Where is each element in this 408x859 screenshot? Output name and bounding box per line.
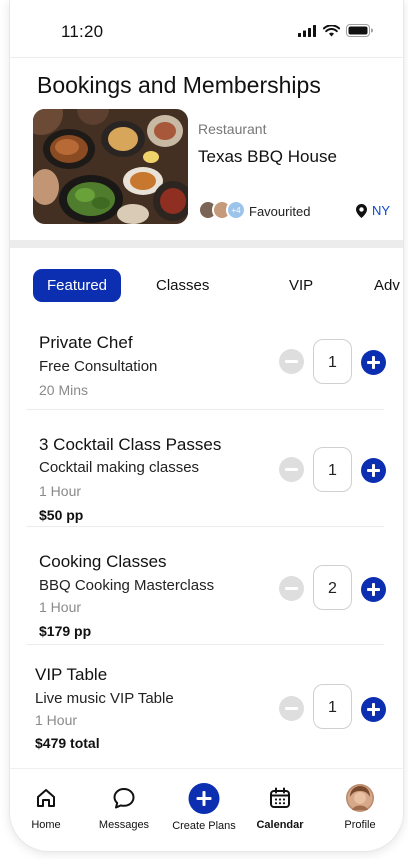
favourited-avatars[interactable]: +4 (198, 200, 246, 220)
plus-circle-icon (188, 783, 220, 814)
item-title: Private Chef (39, 333, 133, 352)
item-title: Cooking Classes (39, 552, 167, 571)
item-price: $179 pp (39, 623, 92, 639)
wifi-icon (323, 24, 340, 36)
tab-classes[interactable]: Classes (156, 269, 209, 302)
nav-create-plans-label: Create Plans (172, 820, 236, 832)
quantity-field[interactable]: 2 (313, 565, 352, 610)
category-tabs: Featured Classes VIP Adv (10, 269, 403, 303)
location-pin-icon (356, 203, 367, 218)
item-duration: 1 Hour (35, 712, 78, 728)
section-divider (10, 240, 403, 248)
decrease-quantity-button[interactable] (279, 696, 304, 721)
status-time: 11:20 (61, 22, 104, 41)
tab-adv[interactable]: Adv (374, 269, 400, 302)
item-duration: 1 Hour (39, 483, 82, 499)
item-title: 3 Cocktail Class Passes (39, 435, 222, 454)
nav-messages-label: Messages (98, 819, 150, 831)
venue-name[interactable]: Texas BBQ House (198, 147, 337, 167)
item-price: $50 pp (39, 507, 84, 523)
decrease-quantity-button[interactable] (279, 576, 304, 601)
nav-home-label: Home (31, 819, 61, 831)
quantity-field[interactable]: 1 (313, 447, 352, 492)
location[interactable]: NY (356, 203, 390, 218)
nav-profile-label: Profile (344, 819, 376, 831)
item-subtitle: Live music VIP Table (35, 690, 174, 707)
favourited-label: Favourited (249, 204, 311, 219)
tab-featured[interactable]: Featured (33, 269, 121, 302)
item-divider (26, 644, 384, 645)
item-duration: 20 Mins (39, 382, 89, 398)
increase-quantity-button[interactable] (361, 350, 386, 375)
message-icon (113, 788, 135, 809)
decrease-quantity-button[interactable] (279, 349, 304, 374)
location-label: NY (372, 203, 391, 218)
item-divider (26, 409, 384, 410)
status-bar: 11:20 (10, 0, 403, 58)
item-duration: 1 Hour (39, 599, 82, 615)
calendar-icon (270, 787, 290, 808)
tab-vip[interactable]: VIP (289, 269, 313, 302)
home-icon (37, 789, 55, 807)
increase-quantity-button[interactable] (361, 697, 386, 722)
increase-quantity-button[interactable] (361, 577, 386, 602)
phone-frame: 11:20 Bookings and Memberships Restauran… (9, 0, 404, 852)
profile-avatar (346, 784, 374, 812)
bottom-nav: Home Messages Create Plans Calendar Prof… (10, 768, 403, 851)
item-title: VIP Table (35, 665, 108, 684)
battery-icon (346, 24, 373, 37)
item-subtitle: Free Consultation (39, 358, 158, 375)
decrease-quantity-button[interactable] (279, 457, 304, 482)
item-price: $479 total (35, 735, 100, 751)
item-divider (26, 526, 384, 527)
quantity-field[interactable]: 1 (313, 339, 352, 384)
signal-icon (298, 24, 316, 37)
quantity-field[interactable]: 1 (313, 684, 352, 729)
nav-calendar-label: Calendar (256, 819, 304, 831)
increase-quantity-button[interactable] (361, 458, 386, 483)
venue-category: Restaurant (198, 121, 267, 137)
more-avatars-badge: +4 (226, 200, 246, 220)
page-title: Bookings and Memberships (37, 72, 321, 98)
venue-image[interactable] (33, 109, 188, 224)
item-subtitle: Cocktail making classes (39, 459, 200, 476)
status-icons (298, 24, 373, 37)
item-subtitle: BBQ Cooking Masterclass (39, 577, 215, 594)
